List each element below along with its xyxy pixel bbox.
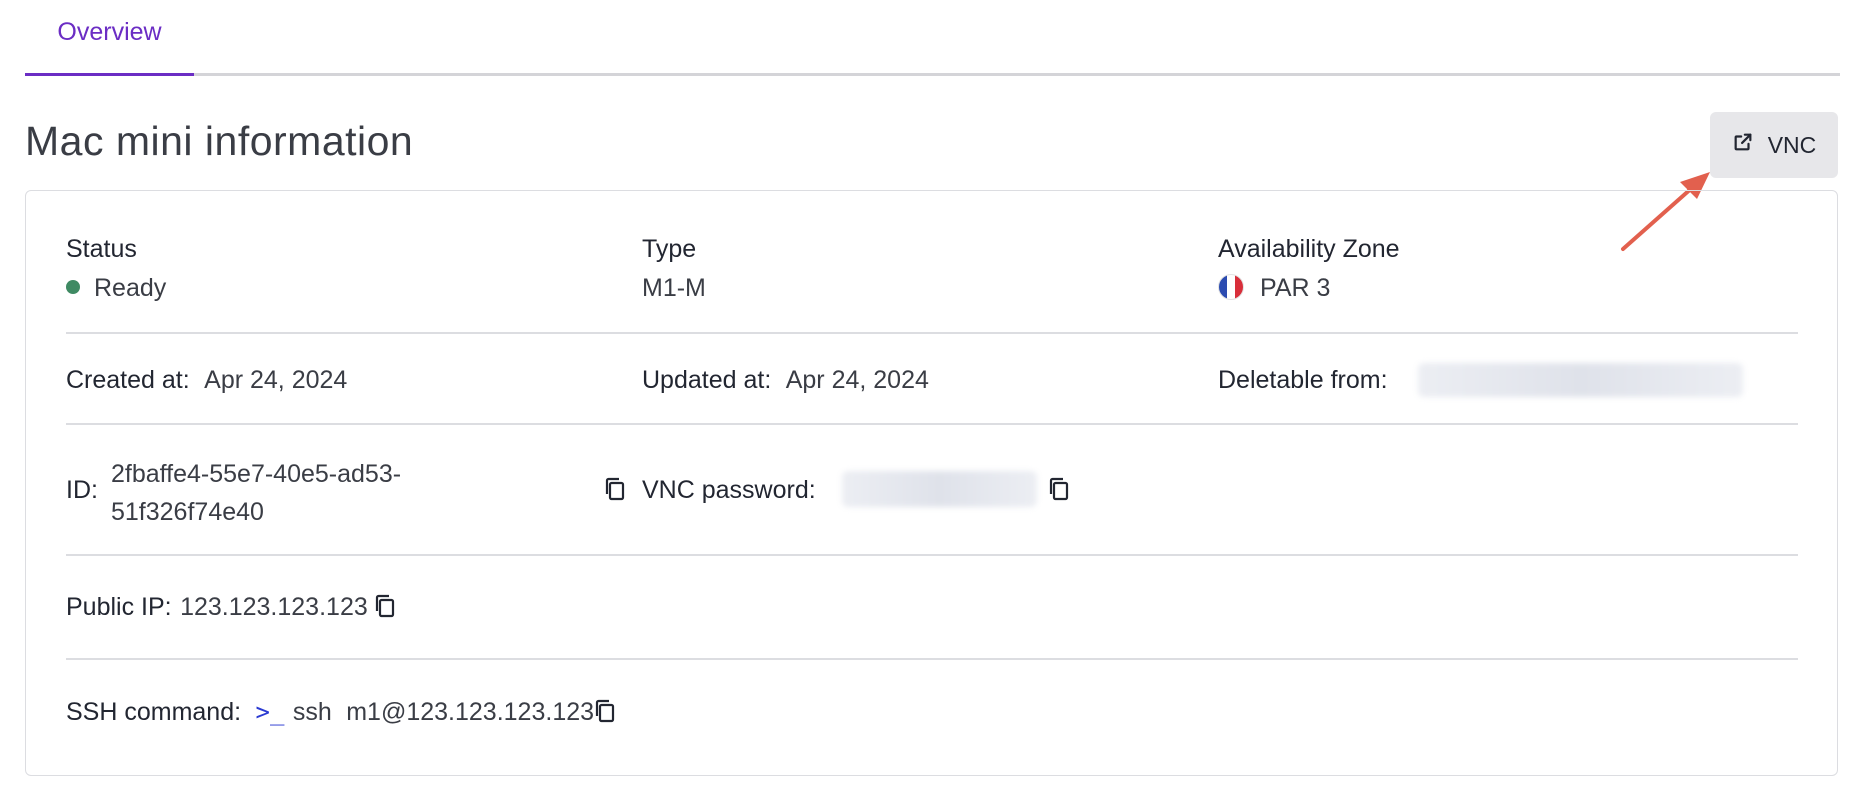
info-card: Status Ready Type M1-M Availability Zone… — [25, 190, 1838, 776]
vnc-button[interactable]: VNC — [1710, 112, 1838, 178]
tab-bar: Overview — [25, 0, 1840, 76]
divider — [66, 332, 1798, 334]
divider — [66, 554, 1798, 556]
zone-text: PAR 3 — [1260, 274, 1331, 302]
created-label: Created at: — [66, 366, 190, 394]
id-value-line1: 2fbaffe4-55e7-40e5-ad53- — [111, 460, 402, 488]
created-value: Apr 24, 2024 — [204, 366, 348, 394]
copy-id-icon[interactable] — [604, 477, 626, 501]
copy-public-ip-icon[interactable] — [374, 594, 396, 618]
type-label: Type — [642, 235, 697, 263]
ssh-target: m1@123.123.123.123 — [346, 698, 595, 726]
france-flag-icon — [1218, 274, 1244, 301]
status-text: Ready — [94, 274, 167, 302]
created-at: Created at: Apr 24, 2024 — [66, 366, 347, 395]
updated-label: Updated at: — [642, 366, 772, 394]
vnc-button-label: VNC — [1767, 131, 1817, 158]
public-ip-value: 123.123.123.123 — [180, 593, 368, 621]
id-value-line2: 51f326f74e40 — [111, 498, 264, 526]
status-value: Ready — [66, 274, 166, 303]
tab-overview-label: Overview — [57, 18, 162, 46]
deletable-label: Deletable from: — [1218, 366, 1388, 394]
updated-at: Updated at: Apr 24, 2024 — [642, 366, 929, 395]
tab-overview[interactable]: Overview — [25, 18, 194, 76]
ssh-cmd: ssh — [292, 698, 332, 726]
id-value: 2fbaffe4-55e7-40e5-ad53- 51f326f74e40 — [111, 455, 401, 531]
copy-ssh-command-icon[interactable] — [594, 699, 616, 723]
status-label: Status — [66, 235, 137, 263]
vnc-password-label: VNC password: — [642, 476, 816, 504]
divider — [66, 423, 1798, 425]
divider — [66, 658, 1798, 660]
deletable-from: Deletable from: — [1218, 366, 1388, 395]
tab-active-indicator — [25, 73, 194, 76]
vnc-password-redacted — [842, 471, 1037, 507]
ssh-command: SSH command: >_ ssh m1@123.123.123.123 — [66, 698, 594, 727]
updated-value: Apr 24, 2024 — [785, 366, 929, 394]
copy-vnc-password-icon[interactable] — [1048, 477, 1070, 501]
id-label: ID: — [66, 476, 98, 504]
ssh-label: SSH command: — [66, 698, 242, 726]
zone-label: Availability Zone — [1218, 235, 1400, 263]
type-value: M1-M — [642, 274, 706, 302]
public-ip-label: Public IP: — [66, 593, 172, 621]
page-title: Mac mini information — [25, 118, 414, 164]
zone-value: PAR 3 — [1218, 274, 1330, 303]
external-link-icon — [1732, 131, 1754, 159]
status-dot-icon — [66, 280, 80, 295]
public-ip: Public IP: 123.123.123.123 — [66, 593, 368, 622]
deletable-value-redacted — [1418, 363, 1743, 397]
terminal-prompt-icon: >_ — [255, 698, 285, 726]
